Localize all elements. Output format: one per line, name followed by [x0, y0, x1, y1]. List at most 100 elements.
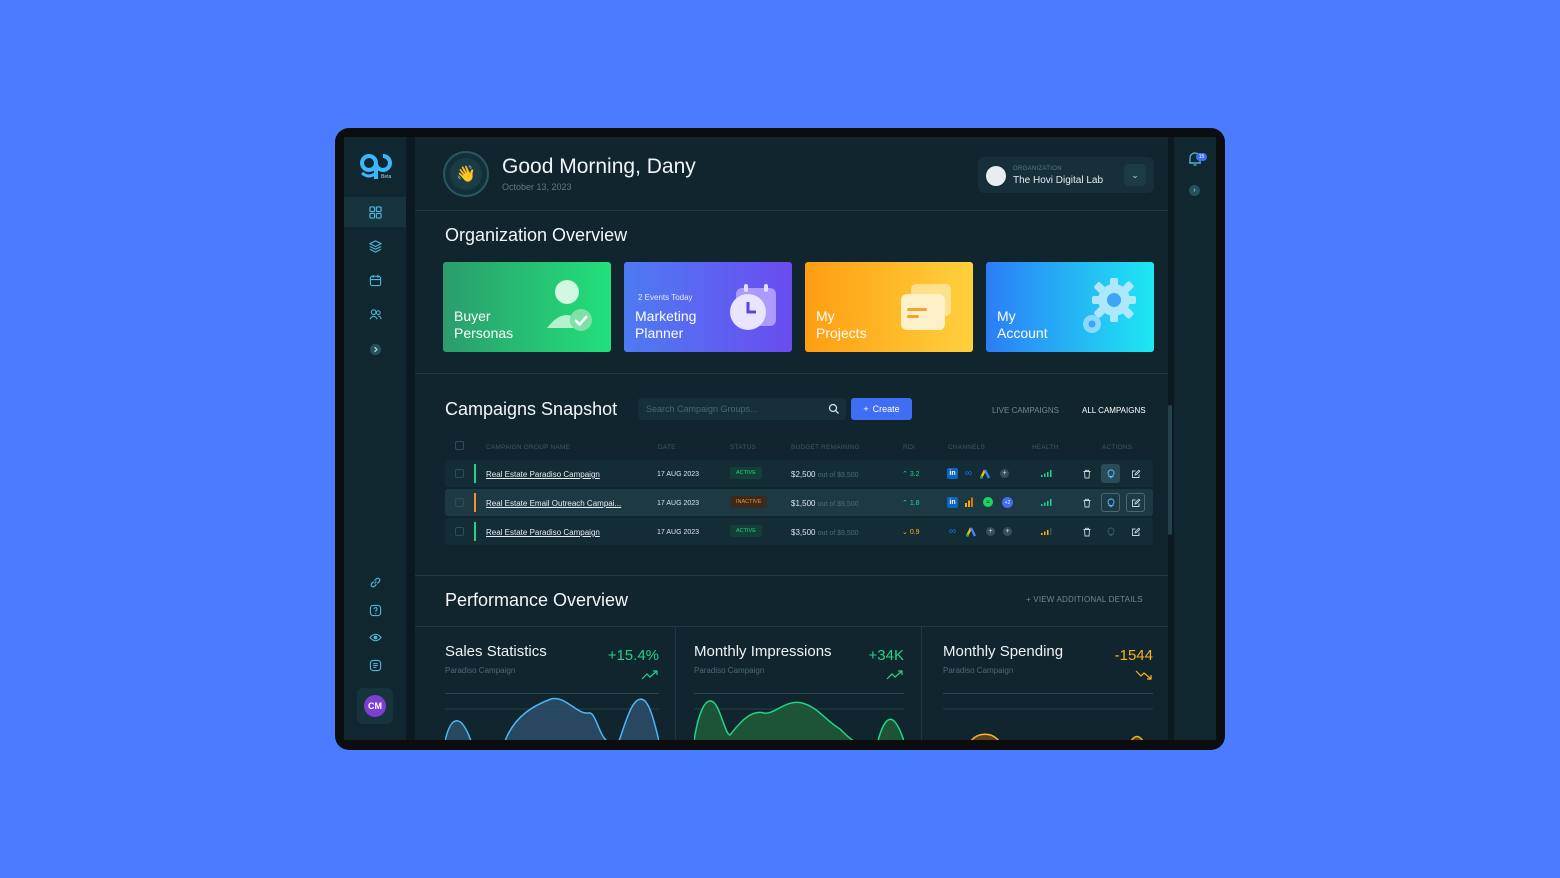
nav-users[interactable] [344, 299, 406, 329]
search-input[interactable] [646, 401, 816, 417]
nav-preview[interactable] [344, 622, 406, 652]
edit-icon [1131, 498, 1140, 507]
panel-value: +15.4% [607, 647, 659, 664]
trend-up-icon [641, 670, 658, 680]
roi-number: 3.2 [909, 471, 920, 478]
add-channel-icon[interactable]: + [986, 527, 995, 536]
monthly-impressions-panel[interactable]: Monthly Impressions Paradiso Campaign +3… [694, 627, 904, 740]
status-badge: INACTIVE [730, 496, 768, 508]
waving-hand-icon: 👋 [450, 158, 482, 190]
greeting-title: Good Morning, Dany [502, 155, 696, 178]
edit-button[interactable] [1126, 464, 1145, 483]
edit-button[interactable] [1126, 493, 1145, 512]
analytics-icon [965, 497, 973, 507]
panel-divider [675, 627, 676, 740]
nav-expand[interactable] [344, 334, 406, 364]
card-label: My Account [997, 308, 1048, 341]
view-more-label: VIEW ADDITIONAL DETAILS [1033, 595, 1143, 604]
campaign-name-link[interactable]: Real Estate Email Outreach Campai... [486, 499, 621, 508]
column-header: ACTIONS [1102, 444, 1133, 451]
edit-icon [1131, 527, 1140, 536]
meta-icon: ∞ [948, 526, 957, 537]
select-all-checkbox[interactable] [455, 441, 464, 450]
row-status-bar [474, 493, 476, 512]
notification-badge: 15 [1196, 153, 1207, 161]
insights-button[interactable] [1101, 493, 1120, 512]
card-label: My Projects [816, 308, 867, 341]
calendar-clock-icon [730, 284, 776, 330]
card-buyer-personas[interactable]: Buyer Personas [443, 262, 611, 352]
table-row[interactable]: Real Estate Paradiso Campaign 17 AUG 202… [445, 518, 1153, 545]
edit-button[interactable] [1126, 522, 1145, 541]
row-status-bar [474, 522, 476, 541]
panel-separator [943, 693, 1153, 694]
lightbulb-icon [1107, 498, 1114, 507]
sales-statistics-panel[interactable]: Sales Statistics Paradiso Campaign +15.4… [445, 627, 659, 740]
lightbulb-icon [1107, 469, 1114, 478]
scrollbar-thumb[interactable] [1168, 405, 1172, 535]
search-icon[interactable] [828, 403, 840, 415]
calendar-icon [369, 274, 381, 286]
roi-value: ⌃ 1.8 [902, 500, 920, 507]
budget-remaining: $2,500 out of $9,500 [791, 470, 859, 479]
column-header: DATE [658, 444, 676, 451]
organization-logo [986, 166, 1006, 186]
delete-button[interactable] [1077, 464, 1096, 483]
card-marketing-planner[interactable]: 2 Events Today Marketing Planner [624, 262, 792, 352]
roi-number: 1.8 [909, 500, 920, 507]
nav-dashboard[interactable] [344, 197, 406, 227]
health-signal-icon [1041, 499, 1052, 506]
nav-help[interactable] [344, 595, 406, 625]
insights-button[interactable] [1101, 522, 1120, 541]
column-header: ROI [903, 444, 916, 451]
campaign-date: 17 AUG 2023 [657, 471, 700, 478]
status-badge: ACTIVE [730, 525, 762, 537]
view-additional-details-link[interactable]: + VIEW ADDITIONAL DETAILS [1026, 595, 1143, 604]
panel-separator [694, 693, 904, 694]
google-ads-icon [980, 468, 991, 479]
tab-all-campaigns[interactable]: ALL CAMPAIGNS [1082, 406, 1146, 415]
card-my-projects[interactable]: My Projects [805, 262, 973, 352]
tab-live-campaigns[interactable]: LIVE CAMPAIGNS [992, 406, 1059, 415]
nav-calendar[interactable] [344, 265, 406, 295]
delete-button[interactable] [1077, 522, 1096, 541]
campaign-name-link[interactable]: Real Estate Paradiso Campaign [486, 470, 600, 479]
nav-layers[interactable] [344, 231, 406, 261]
roi-number: 0.9 [909, 529, 920, 536]
add-channel-icon[interactable]: + [1000, 469, 1009, 478]
card-my-account[interactable]: My Account [986, 262, 1154, 352]
table-row[interactable]: Real Estate Paradiso Campaign 17 AUG 202… [445, 460, 1153, 487]
more-channels-icon[interactable]: +2 [1002, 497, 1013, 508]
delete-button[interactable] [1077, 493, 1096, 512]
chevron-down-icon[interactable]: ⌄ [1124, 164, 1146, 186]
chevron-right-icon[interactable]: › [1189, 185, 1200, 196]
linkedin-icon: in [947, 497, 958, 508]
monthly-spending-panel[interactable]: Monthly Spending Paradiso Campaign -1544 [943, 627, 1153, 740]
help-icon [369, 604, 381, 616]
overview-title: Organization Overview [445, 225, 628, 245]
main-content: 👋 Good Morning, Dany October 13, 2023 OR… [415, 137, 1168, 740]
user-check-icon [547, 280, 592, 331]
panel-divider [921, 627, 922, 740]
avatar[interactable]: CM [364, 695, 386, 717]
row-checkbox[interactable] [455, 527, 464, 536]
add-channel-icon[interactable]: + [1003, 527, 1012, 536]
panel-value: +34K [868, 647, 904, 664]
row-checkbox[interactable] [455, 498, 464, 507]
budget-remaining: $1,500 out of $9,500 [791, 499, 859, 508]
app-logo[interactable]: Beta [360, 153, 392, 181]
row-checkbox[interactable] [455, 469, 464, 478]
organization-selector[interactable]: ORGANIZATION The Hovi Digital Lab ⌄ [978, 157, 1154, 193]
insights-button[interactable] [1101, 464, 1120, 483]
create-button[interactable]: + Create [851, 398, 912, 420]
greeting-date: October 13, 2023 [502, 182, 572, 192]
campaign-name-link[interactable]: Real Estate Paradiso Campaign [486, 528, 600, 537]
sales-area-chart [445, 697, 659, 740]
nav-links[interactable] [344, 567, 406, 597]
folders-icon [901, 284, 951, 330]
column-header: HEALTH [1032, 444, 1059, 451]
table-row[interactable]: Real Estate Email Outreach Campai... 17 … [445, 489, 1153, 516]
dashboard-icon [368, 205, 382, 219]
nav-documents[interactable] [344, 650, 406, 680]
section-divider [415, 373, 1168, 374]
